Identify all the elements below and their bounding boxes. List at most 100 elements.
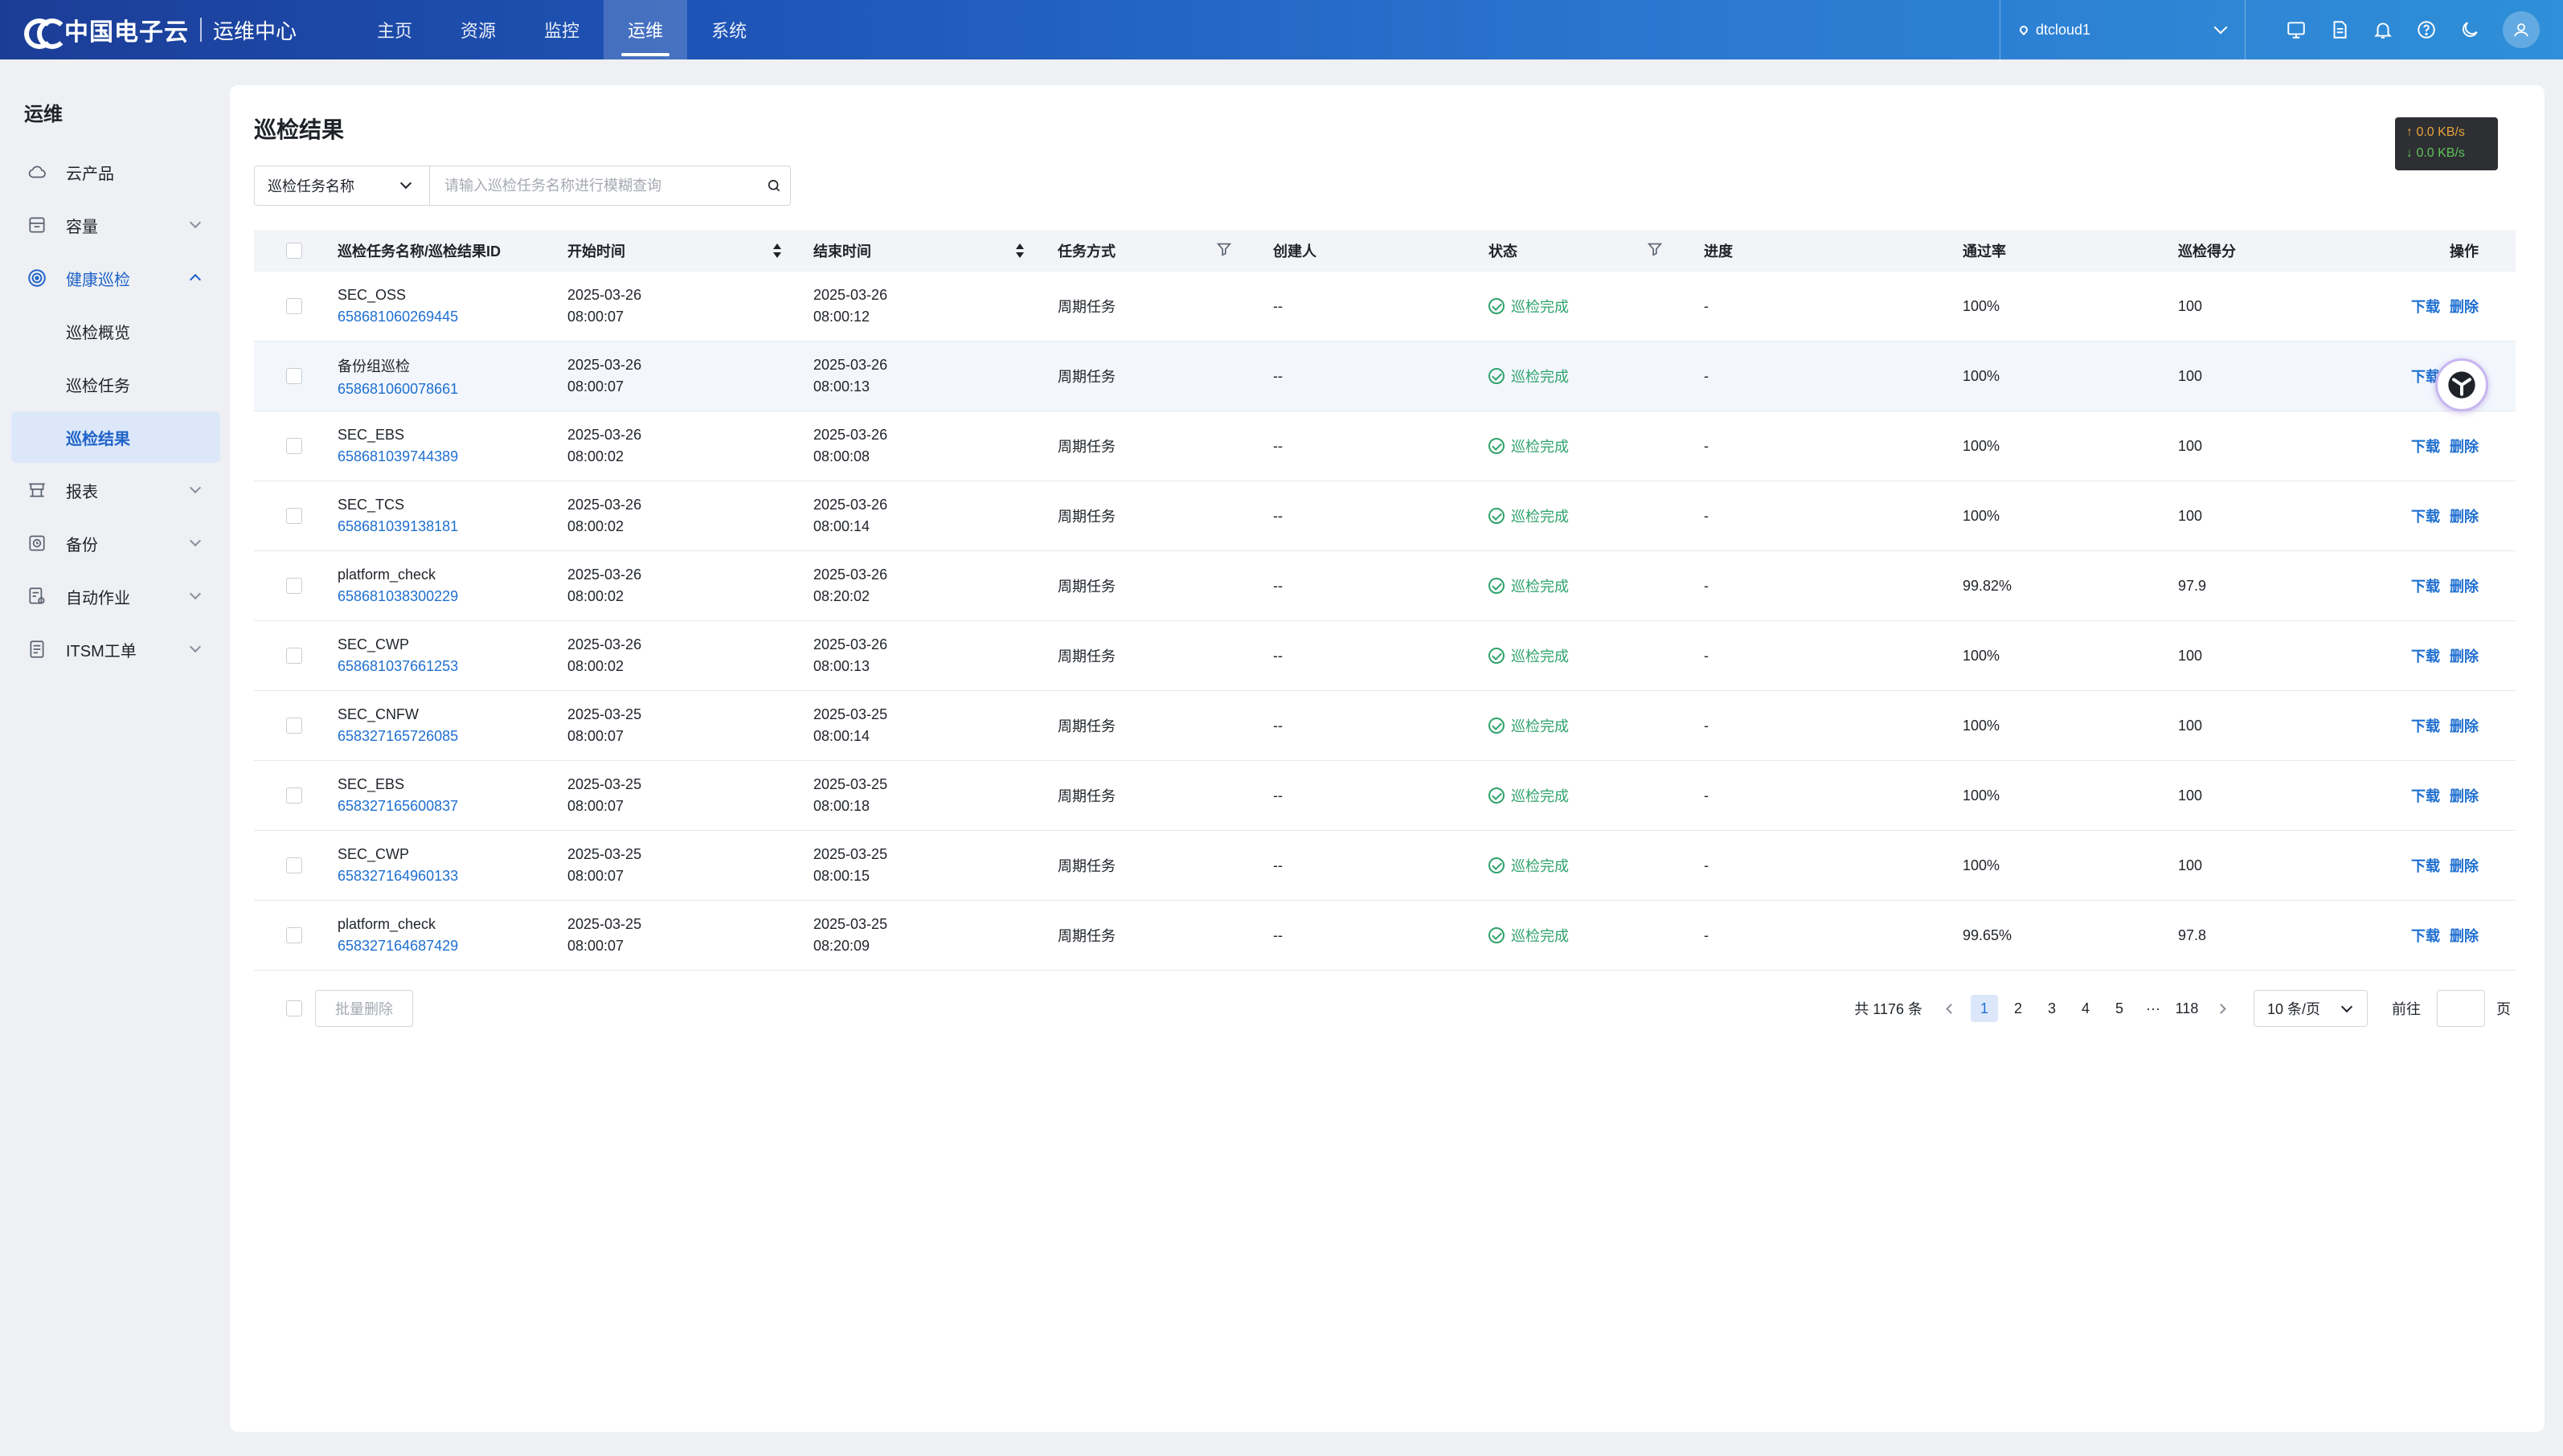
more-pages[interactable]: ··· [2139, 995, 2167, 1022]
result-id-link[interactable]: 658327164960133 [338, 868, 458, 885]
row-checkbox[interactable] [286, 718, 302, 734]
help-icon[interactable] [2405, 0, 2448, 59]
download-button[interactable]: 下载 [2411, 715, 2440, 736]
sort-icon[interactable] [1016, 243, 1024, 258]
page-4[interactable]: 4 [2072, 995, 2099, 1022]
result-id-link[interactable]: 658681038300229 [338, 588, 458, 605]
filter-icon[interactable] [1646, 240, 1664, 262]
task-mode: 周期任务 [1058, 928, 1116, 944]
result-id-link[interactable]: 658327164687429 [338, 938, 458, 955]
nav-home[interactable]: 主页 [353, 0, 436, 59]
check-circle-icon [1488, 648, 1505, 664]
delete-button[interactable]: 删除 [2450, 925, 2479, 946]
page-last[interactable]: 118 [2173, 995, 2201, 1022]
avatar[interactable] [2503, 11, 2540, 48]
delete-button[interactable]: 删除 [2450, 855, 2479, 876]
download-button[interactable]: 下载 [2411, 436, 2440, 456]
download-button[interactable]: 下载 [2411, 505, 2440, 526]
page-1[interactable]: 1 [1971, 995, 1998, 1022]
sidebar-item-cloud-products[interactable]: 云产品 [11, 146, 220, 198]
delete-button[interactable]: 删除 [2450, 785, 2479, 806]
bell-icon[interactable] [2361, 0, 2405, 59]
result-id-link[interactable]: 658681060269445 [338, 309, 458, 325]
region-selector[interactable]: dtcloud1 [2000, 0, 2246, 59]
row-checkbox[interactable] [286, 787, 302, 804]
start-time-cell: 2025-03-26 08:00:07 [567, 272, 641, 341]
result-id-link[interactable]: 658681060078661 [338, 381, 458, 398]
download-button[interactable]: 下载 [2411, 925, 2440, 946]
score: 100 [2178, 437, 2203, 454]
sidebar-item-reports[interactable]: 报表 [11, 464, 220, 516]
start-time-cell: 2025-03-26 08:00:02 [567, 621, 641, 690]
sidebar-item-itsm[interactable]: ITSM工单 [11, 624, 220, 675]
delete-button[interactable]: 删除 [2450, 575, 2479, 596]
row-checkbox[interactable] [286, 298, 302, 314]
goto-page-input[interactable] [2437, 990, 2485, 1027]
task-name-cell: SEC_CWP 658681037661253 [338, 621, 458, 690]
select-all-checkbox[interactable] [286, 243, 302, 259]
header-status-cell: 状态 [1488, 230, 1664, 272]
result-id-link[interactable]: 658681039744389 [338, 448, 458, 465]
start-date: 2025-03-25 [567, 916, 642, 932]
actions-cell: 下载删除 [2411, 621, 2488, 690]
sidebar-item-capacity[interactable]: 容量 [11, 199, 220, 251]
search-field-select[interactable]: 巡检任务名称 [255, 166, 430, 205]
download-button[interactable]: 下载 [2411, 645, 2440, 666]
start-time: 08:00:07 [567, 868, 624, 884]
delete-button[interactable]: 删除 [2450, 296, 2479, 317]
search-icon[interactable] [758, 167, 790, 204]
download-button[interactable]: 下载 [2411, 575, 2440, 596]
delete-button[interactable]: 删除 [2450, 436, 2479, 456]
assistant-float-button[interactable] [2435, 358, 2488, 411]
nav-monitor[interactable]: 监控 [520, 0, 604, 59]
header-score: 巡检得分 [2178, 243, 2236, 260]
delete-button[interactable]: 删除 [2450, 645, 2479, 666]
page-title: 巡检结果 [254, 117, 345, 142]
progress: - [1704, 367, 1709, 384]
sidebar-item-backup[interactable]: 备份 [11, 517, 220, 569]
header-mode-cell: 任务方式 [1058, 230, 1233, 272]
row-checkbox[interactable] [286, 508, 302, 524]
delete-button[interactable]: 删除 [2450, 715, 2479, 736]
row-checkbox[interactable] [286, 927, 302, 943]
row-checkbox[interactable] [286, 438, 302, 454]
page-size-select[interactable]: 10 条/页 [2254, 990, 2368, 1027]
task-name: 备份组巡检 [338, 358, 410, 374]
next-page-button[interactable] [2207, 995, 2234, 1022]
sidebar-item-check-overview[interactable]: 巡检概览 [11, 305, 220, 357]
sidebar-item-check-results[interactable]: 巡检结果 [11, 411, 220, 463]
page-2[interactable]: 2 [2004, 995, 2032, 1022]
delete-button[interactable]: 删除 [2450, 505, 2479, 526]
result-id-link[interactable]: 658327165600837 [338, 798, 458, 815]
batch-delete-button[interactable]: 批量删除 [315, 990, 413, 1027]
sort-icon[interactable] [773, 243, 781, 258]
download-button[interactable]: 下载 [2411, 785, 2440, 806]
nav-resources[interactable]: 资源 [436, 0, 520, 59]
download-button[interactable]: 下载 [2411, 296, 2440, 317]
screen-icon[interactable] [2274, 0, 2318, 59]
page-3[interactable]: 3 [2038, 995, 2066, 1022]
page-5[interactable]: 5 [2106, 995, 2133, 1022]
row-checkbox[interactable] [286, 648, 302, 664]
nav-system[interactable]: 系统 [687, 0, 771, 59]
logo[interactable]: 中国电子云 运维中心 [0, 0, 297, 59]
row-checkbox[interactable] [286, 857, 302, 873]
download-button[interactable]: 下载 [2411, 855, 2440, 876]
nav-ops[interactable]: 运维 [604, 0, 688, 59]
footer-select-checkbox[interactable] [286, 1000, 302, 1016]
prev-page-button[interactable] [1937, 995, 1964, 1022]
result-id-link[interactable]: 658327165726085 [338, 728, 458, 745]
sidebar-item-automation[interactable]: 自动作业 [11, 571, 220, 622]
row-checkbox[interactable] [286, 368, 302, 384]
result-id-link[interactable]: 658681037661253 [338, 658, 458, 675]
moon-icon[interactable] [2448, 0, 2491, 59]
row-checkbox[interactable] [286, 578, 302, 594]
search-input[interactable] [430, 167, 758, 204]
progress: - [1704, 926, 1709, 943]
main-nav: 主页 资源 监控 运维 系统 [353, 0, 771, 59]
filter-icon[interactable] [1215, 240, 1233, 262]
document-icon[interactable] [2318, 0, 2361, 59]
sidebar-item-health-check[interactable]: 健康巡检 [11, 252, 220, 304]
sidebar-item-check-tasks[interactable]: 巡检任务 [11, 358, 220, 410]
result-id-link[interactable]: 658681039138181 [338, 518, 458, 535]
